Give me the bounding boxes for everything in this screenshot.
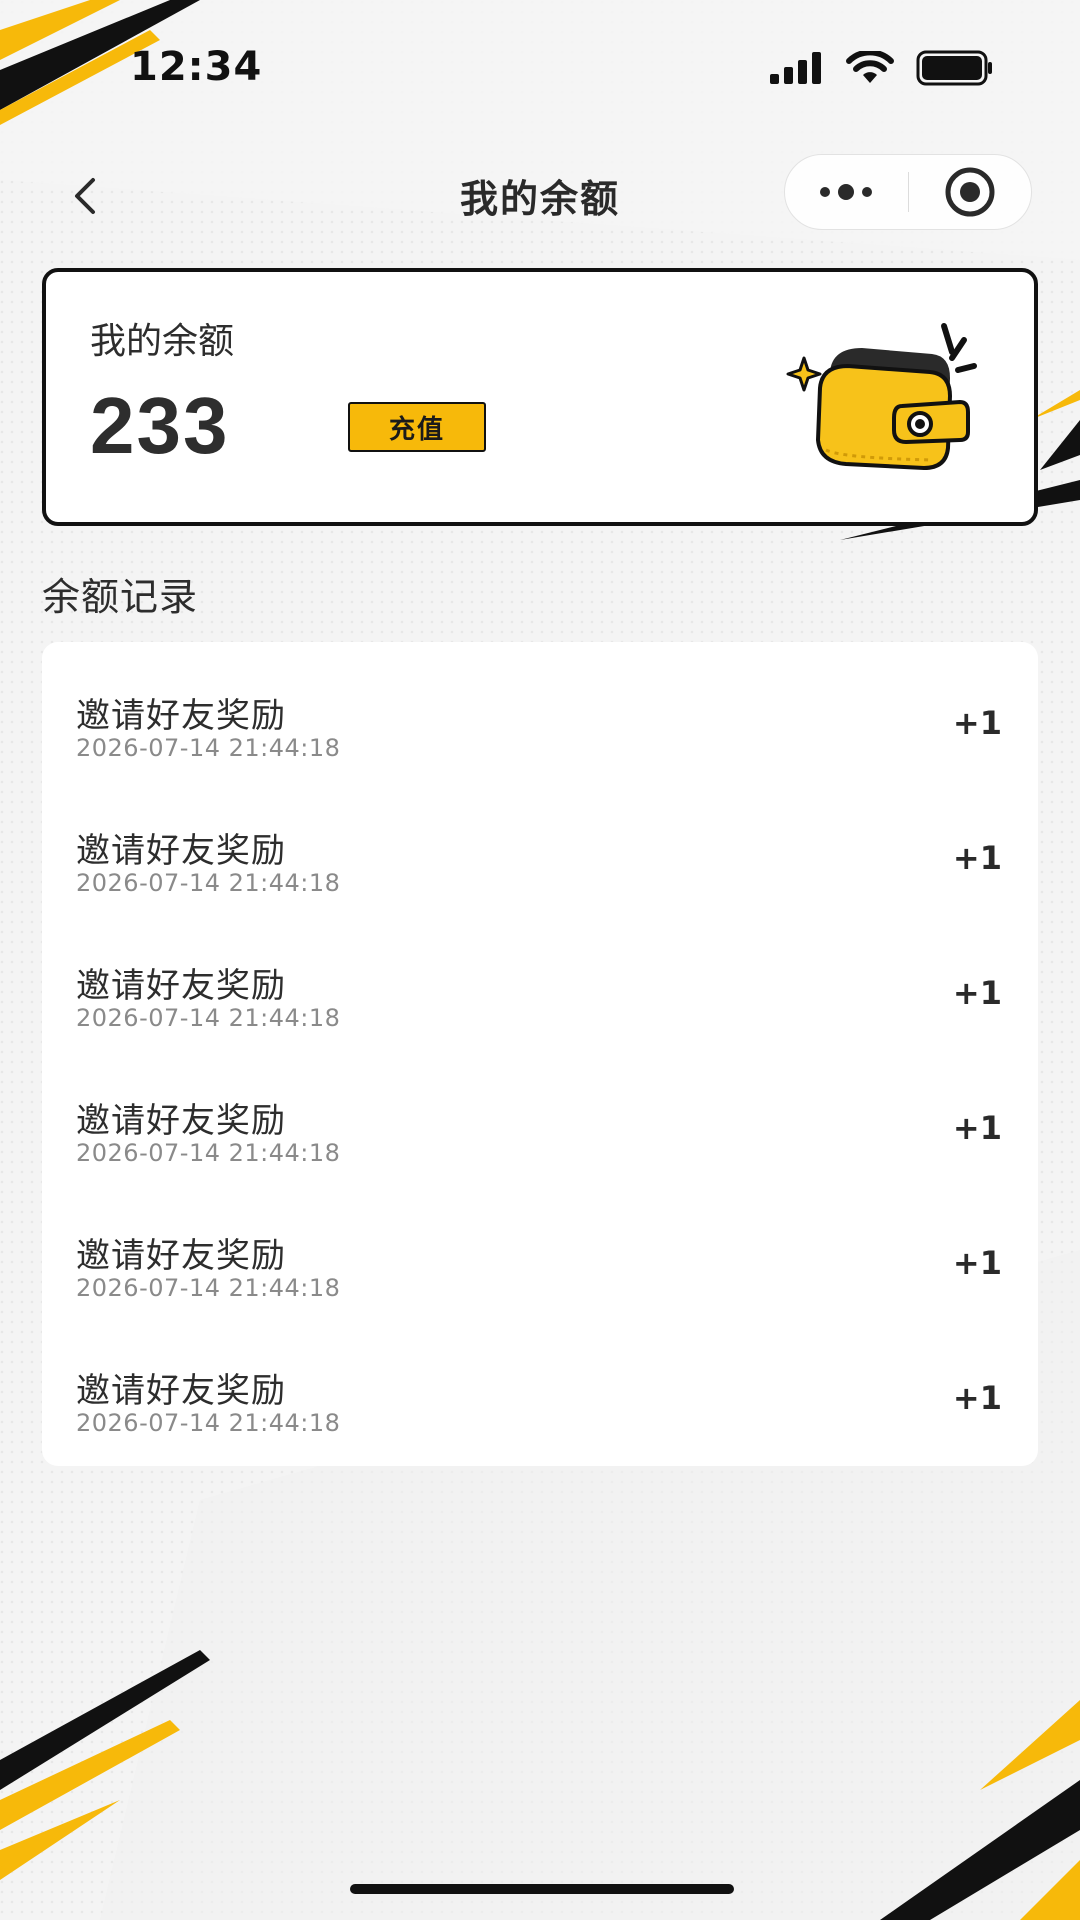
records-section-title: 余额记录: [42, 575, 199, 619]
battery-icon: [916, 50, 992, 86]
record-title: 邀请好友奖励: [76, 1101, 286, 1141]
more-dots-icon: [820, 184, 873, 200]
list-item: 邀请好友奖励 2026-07-14 21:44:18 +1: [42, 920, 1038, 1055]
wallet-icon: [786, 323, 977, 471]
status-time: 12:34: [130, 44, 263, 90]
more-button[interactable]: [785, 155, 908, 229]
record-title: 邀请好友奖励: [76, 966, 286, 1006]
recharge-button[interactable]: 充值: [348, 402, 486, 452]
record-time: 2026-07-14 21:44:18: [76, 1274, 341, 1302]
record-time: 2026-07-14 21:44:18: [76, 1409, 341, 1437]
nav-bar: 我的余额: [0, 150, 1080, 240]
record-title: 邀请好友奖励: [76, 696, 286, 736]
records-list: 邀请好友奖励 2026-07-14 21:44:18 +1 邀请好友奖励 202…: [42, 642, 1038, 1466]
signal-icon: [770, 52, 821, 84]
record-amount: +1: [952, 704, 1002, 742]
list-item: 邀请好友奖励 2026-07-14 21:44:18 +1: [42, 1055, 1038, 1190]
record-time: 2026-07-14 21:44:18: [76, 1004, 341, 1032]
balance-label: 我的余额: [90, 321, 235, 362]
balance-card: 我的余额 233 充值: [42, 268, 1038, 526]
record-time: 2026-07-14 21:44:18: [76, 1139, 341, 1167]
balance-value: 233: [90, 381, 230, 470]
record-amount: +1: [952, 1379, 1002, 1417]
record-amount: +1: [952, 1244, 1002, 1282]
status-bar: 12:34: [0, 0, 1080, 130]
record-title: 邀请好友奖励: [76, 1371, 286, 1411]
home-indicator[interactable]: [350, 1884, 734, 1894]
record-title: 邀请好友奖励: [76, 831, 286, 871]
record-amount: +1: [952, 974, 1002, 1012]
wifi-icon: [846, 51, 894, 83]
status-icons: [770, 50, 994, 86]
record-time: 2026-07-14 21:44:18: [76, 734, 341, 762]
close-button[interactable]: [909, 155, 1032, 229]
record-amount: +1: [952, 839, 1002, 877]
list-item: 邀请好友奖励 2026-07-14 21:44:18 +1: [42, 785, 1038, 920]
mini-program-capsule: [784, 154, 1032, 230]
list-item: 邀请好友奖励 2026-07-14 21:44:18 +1: [42, 650, 1038, 785]
record-amount: +1: [952, 1109, 1002, 1147]
target-circle-icon: [945, 167, 995, 217]
list-item: 邀请好友奖励 2026-07-14 21:44:18 +1: [42, 1190, 1038, 1325]
list-item: 邀请好友奖励 2026-07-14 21:44:18 +1: [42, 1325, 1038, 1460]
record-title: 邀请好友奖励: [76, 1236, 286, 1276]
record-time: 2026-07-14 21:44:18: [76, 869, 341, 897]
